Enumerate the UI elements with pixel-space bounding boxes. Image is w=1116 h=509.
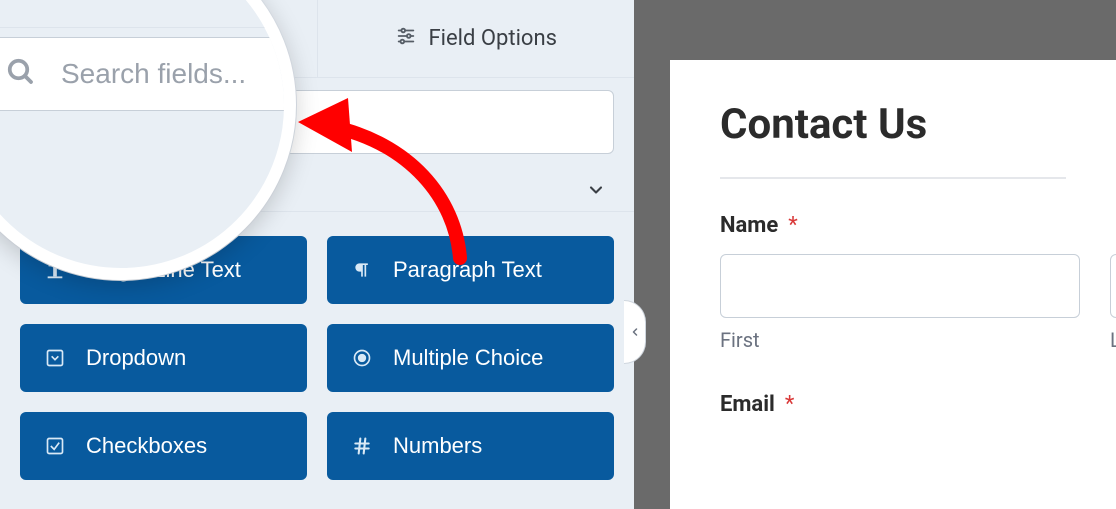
hash-icon	[349, 436, 375, 456]
collapse-sidebar-handle[interactable]	[624, 300, 646, 364]
form-title: Contact Us	[720, 100, 1066, 149]
tab-field-options[interactable]: Field Options	[318, 0, 635, 78]
field-label: Paragraph Text	[393, 257, 542, 283]
required-asterisk: *	[785, 392, 794, 417]
paragraph-icon	[349, 260, 375, 280]
checkbox-icon	[42, 436, 68, 456]
field-label: Numbers	[393, 433, 482, 459]
chevron-left-icon	[629, 323, 641, 342]
last-name-input[interactable]	[1110, 254, 1116, 318]
first-sublabel: First	[720, 328, 1080, 352]
divider	[720, 177, 1066, 179]
field-dropdown[interactable]: Dropdown	[20, 324, 307, 392]
name-field-block: Name * First L	[720, 213, 1066, 352]
field-numbers[interactable]: Numbers	[327, 412, 614, 480]
tab-label: Field Options	[429, 26, 557, 51]
field-label-text: Email	[720, 392, 775, 417]
email-label-row: Email *	[720, 392, 1066, 417]
field-label: Dropdown	[86, 345, 186, 371]
form-preview: Contact Us Name * First L Email *	[670, 60, 1116, 509]
dropdown-icon	[42, 348, 68, 368]
email-field-block: Email *	[720, 392, 1066, 417]
field-label-text: Name	[720, 213, 778, 238]
sliders-icon	[395, 25, 417, 53]
preview-area: Contact Us Name * First L Email *	[650, 0, 1116, 509]
field-checkboxes[interactable]: Checkboxes	[20, 412, 307, 480]
field-paragraph-text[interactable]: Paragraph Text	[327, 236, 614, 304]
first-name-input[interactable]	[720, 254, 1080, 318]
radio-icon	[349, 348, 375, 368]
field-label: Multiple Choice	[393, 345, 543, 371]
name-label-row: Name *	[720, 213, 1066, 238]
field-multiple-choice[interactable]: Multiple Choice	[327, 324, 614, 392]
required-asterisk: *	[788, 213, 797, 238]
chevron-down-icon	[586, 180, 606, 204]
field-label: Checkboxes	[86, 433, 207, 459]
last-sublabel: L	[1110, 328, 1116, 352]
